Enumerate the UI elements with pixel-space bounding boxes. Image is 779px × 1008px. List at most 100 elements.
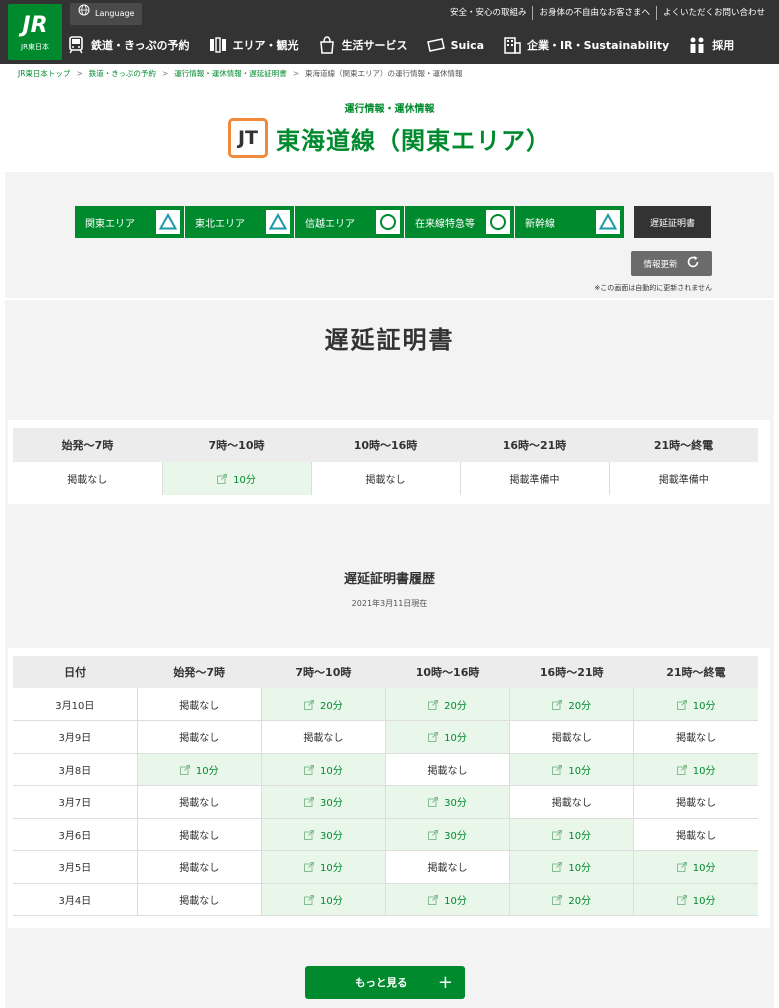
table-cell[interactable]: 20分 [509,688,635,721]
area-tab-label: 在来線特急等 [415,218,475,230]
area-tab-tohoku[interactable]: 東北エリア [185,206,294,238]
table-cell: 掲載なし [509,785,635,819]
nav-label-area: エリア・観光 [232,39,299,52]
page-title-row: JT 東海道線（関東エリア） [0,118,779,158]
table-cell[interactable]: 10分 [633,883,758,916]
date-cell: 3月4日 [13,883,138,916]
table-cell[interactable]: 10分 [137,753,262,786]
nav-item-recruit[interactable]: 採用 [687,35,734,55]
current-cert-box: 始発〜7時 7時〜10時 10時〜16時 16時〜21時 21時〜終電 掲載なし… [8,420,770,504]
table-cell[interactable]: 20分 [385,688,511,721]
circle-status-icon [486,210,510,234]
util-link-faq[interactable]: よくいただくお問い合わせ [655,6,771,20]
date-cell: 3月5日 [13,850,138,884]
nav-item-train[interactable]: 鉄道・きっぷの予約 [66,35,190,55]
cell-text: 20分 [568,895,592,907]
table-cell: 掲載なし [137,785,262,819]
table-cell[interactable]: 10分 [162,462,312,495]
external-link-icon [304,699,314,710]
cell-text: 掲載準備中 [658,475,709,486]
nav-item-suica[interactable]: Suica [426,35,484,55]
table-header: 始発〜7時 [13,428,162,462]
table-cell[interactable]: 20分 [261,688,386,721]
cell-text: 掲載なし [676,733,717,745]
util-link-safety[interactable]: 安全・安心の取組み [444,6,533,20]
breadcrumb-link-top[interactable]: JR東日本トップ [18,69,70,78]
history-table: 日付 始発〜7時 7時〜10時 10時〜16時 16時〜21時 21時〜終電 3… [13,656,758,916]
table-cell[interactable]: 30分 [261,818,386,851]
table-header: 21時〜終電 [633,656,758,688]
cell-text: 掲載準備中 [509,475,560,486]
table-cell: 掲載なし [137,883,262,916]
external-link-icon [428,732,439,743]
cell-text: 掲載なし [551,798,592,810]
table-cell[interactable]: 10分 [261,883,386,916]
external-link-icon [428,894,439,905]
table-cell[interactable]: 30分 [385,785,511,819]
table-cell[interactable]: 10分 [633,753,758,786]
logo-sub: JR東日本 [21,43,49,51]
table-cell[interactable]: 10分 [385,883,511,916]
table-header: 10時〜16時 [385,656,510,688]
external-link-icon [676,862,687,873]
table-cell[interactable]: 10分 [633,688,758,721]
global-nav: 鉄道・きっぷの予約 エリア・観光 生活サービス Suica 企業・IR・Sust… [66,30,779,60]
cell-text: 掲載なし [179,830,220,842]
nav-item-area[interactable]: エリア・観光 [208,35,299,55]
external-link-icon [304,797,314,808]
table-cell[interactable]: 10分 [261,753,386,786]
nav-label-suica: Suica [450,38,485,52]
cell-text: 掲載なし [365,475,406,486]
area-tab-limited-express[interactable]: 在来線特急等 [405,206,514,238]
cell-text: 掲載なし [676,798,717,810]
breadcrumb-link-railway[interactable]: 鉄道・きっぷの予約 [89,69,156,78]
table-cell[interactable]: 30分 [261,785,386,819]
external-link-icon [552,862,563,873]
cell-text: 掲載なし [67,475,108,486]
external-link-icon [676,699,687,710]
refresh-button[interactable]: 情報更新 [631,251,712,276]
building-icon [502,35,522,55]
cell-text: 掲載なし [551,733,592,745]
table-cell[interactable]: 10分 [509,818,635,851]
table-cell[interactable]: 10分 [385,720,511,754]
table-cell: 掲載なし [137,850,262,884]
more-button[interactable]: もっと見る + [305,966,465,999]
jr-logo[interactable]: JR JR東日本 [8,4,62,60]
external-link-icon [304,829,314,840]
cell-text: 10分 [568,830,592,842]
table-row: 3月7日 掲載なし 30分 30分 掲載なし 掲載なし [13,785,758,819]
cell-text: 10分 [195,765,219,777]
area-tab-kanto[interactable]: 関東エリア [75,206,184,238]
table-cell: 掲載なし [633,818,758,851]
cell-text: 掲載なし [179,895,220,907]
current-cert-table: 始発〜7時 7時〜10時 10時〜16時 16時〜21時 21時〜終電 掲載なし… [13,428,758,495]
table-cell[interactable]: 10分 [261,850,386,884]
table-cell[interactable]: 30分 [385,818,511,851]
table-row: 3月6日 掲載なし 30分 30分 10分 掲載なし [13,818,758,851]
table-cell: 掲載なし [137,818,262,851]
history-title: 遅延証明書履歴 [343,572,435,587]
table-header: 16時〜21時 [509,656,634,688]
nav-item-life[interactable]: 生活サービス [317,35,408,55]
refresh-icon [686,255,700,272]
table-cell[interactable]: 10分 [633,850,758,884]
area-tab-shinkansen[interactable]: 新幹線 [515,206,624,238]
more-button-label: もっと見る [355,977,408,989]
table-cell[interactable]: 10分 [509,753,635,786]
table-cell[interactable]: 10分 [509,850,635,884]
breadcrumb: JR東日本トップ > 鉄道・きっぷの予約 > 運行情報・運休情報・遅延証明書 > 東海道線（… [18,68,463,79]
table-cell: 掲載なし [385,850,511,884]
util-link-accessibility[interactable]: お身体の不自由なお客さまへ [532,6,656,20]
nav-label-corporate: 企業・IR・Sustainability [527,39,670,52]
external-link-icon [217,474,228,484]
area-tab-shinetsu[interactable]: 信越エリア [295,206,404,238]
table-cell[interactable]: 20分 [509,883,635,916]
delay-certificate-button[interactable]: 遅延証明書 [634,206,711,238]
breadcrumb-link-operation[interactable]: 運行情報・運休情報・遅延証明書 [174,69,287,78]
line-code-badge: JT [228,118,268,158]
card-icon [426,35,446,55]
nav-item-corporate[interactable]: 企業・IR・Sustainability [502,35,669,55]
language-button[interactable]: Language [70,3,143,25]
cell-text: 20分 [320,700,343,712]
